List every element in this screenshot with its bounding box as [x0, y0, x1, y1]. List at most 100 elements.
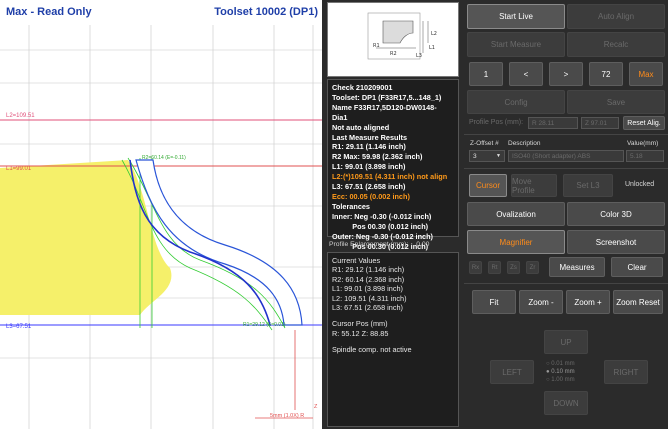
thumb-label-r1: R1: [373, 43, 380, 49]
info-line: L1: 99.01 (3.898 inch): [332, 162, 406, 172]
zoffset-header: Z-Offset #: [470, 140, 499, 147]
info-line: Dia1: [332, 112, 348, 122]
l3-label: L3=67.51: [6, 324, 32, 330]
rx-button[interactable]: Rx: [469, 261, 482, 274]
profile-pos-label: Profile Pos (mm):: [469, 119, 524, 126]
chart-title: Max - Read Only: [6, 6, 92, 18]
nav-max-button[interactable]: Max: [629, 62, 663, 86]
current-row-l2: L2: 109.51 (4.311 inch): [332, 293, 407, 303]
color-3d-button[interactable]: Color 3D: [567, 202, 665, 226]
nav-last-button[interactable]: 72: [589, 62, 623, 86]
nav-next-button[interactable]: >: [549, 62, 583, 86]
auto-align-button[interactable]: Auto Align: [567, 4, 665, 29]
step-option-0-10[interactable]: ● 0.10 mm: [546, 368, 575, 376]
info-line: Pos 00.30 (0.012 inch): [332, 221, 429, 231]
info-line: Ecc: 00.05 (0.002 inch): [332, 191, 410, 201]
info-line: Check 210209001: [332, 83, 393, 92]
toolset-title: Toolset 10002 (DP1): [214, 6, 318, 18]
description-header: Description: [508, 140, 541, 147]
info-line: Inner: Neg -0.30 (-0.012 inch): [332, 211, 432, 221]
info-line: Tolerances: [332, 201, 370, 211]
current-row-l3: L3: 67.51 (2.658 inch): [332, 303, 403, 313]
zoom-plus-button[interactable]: Zoom +: [566, 290, 610, 314]
move-profile-button[interactable]: Move Profile: [511, 174, 557, 197]
info-line: Name F33R17,5D120-DW0148-: [332, 102, 437, 112]
up-button[interactable]: UP: [544, 330, 588, 354]
set-l3-button[interactable]: Set L3: [563, 174, 613, 197]
lock-status: Unlocked: [625, 181, 655, 188]
divider: [464, 134, 668, 135]
enlargement-value: 0.00: [416, 241, 430, 248]
divider: [464, 283, 668, 284]
clear-button[interactable]: Clear: [611, 257, 663, 277]
cursor-pos-title: Cursor Pos (mm): [332, 319, 388, 329]
measures-button[interactable]: Measures: [549, 257, 605, 277]
description-field[interactable]: ISO40 (Short adapter) ABS: [508, 150, 624, 162]
current-row-r1: R1: 29.12 (1.146 inch): [332, 265, 405, 275]
nav-first-button[interactable]: 1: [469, 62, 503, 86]
screenshot-button[interactable]: Screenshot: [567, 230, 665, 254]
current-row-l1: L1: 99.01 (3.898 inch): [332, 284, 403, 294]
start-measure-button[interactable]: Start Measure: [467, 32, 565, 57]
z-axis-label: Z: [314, 404, 318, 410]
zs-button[interactable]: Zs: [507, 261, 520, 274]
control-panel: Start Live Auto Align Start Measure Reca…: [464, 0, 668, 429]
fit-button[interactable]: Fit: [472, 290, 516, 314]
reset-align-button[interactable]: Reset Alig.: [623, 116, 665, 130]
zoom-reset-button[interactable]: Zoom Reset: [613, 290, 663, 314]
measure-info-box: Check 210209001 Toolset: DP1 (F33R17,5...…: [327, 79, 459, 251]
zr-button[interactable]: Zr: [526, 261, 539, 274]
info-line: Last Measure Results: [332, 132, 408, 142]
ovalization-button[interactable]: Ovalization: [467, 202, 565, 226]
right-button[interactable]: RIGHT: [604, 360, 648, 384]
info-line: Outer: Neg -0.30 (-0.012 inch): [332, 231, 433, 241]
cursor-pos-value: R: 55.12 Z: 88.85: [332, 328, 389, 338]
save-button[interactable]: Save: [567, 90, 665, 114]
info-line: R2 Max: 59.98 (2.362 inch): [332, 152, 423, 162]
chevron-down-icon: ▼: [496, 153, 501, 159]
rt-button[interactable]: Rt: [488, 261, 501, 274]
profile-chart-canvas[interactable]: [0, 0, 322, 429]
nav-prev-button[interactable]: <: [509, 62, 543, 86]
profile-pos-z-field[interactable]: Z 97.01: [581, 117, 619, 129]
thumb-label-r2: R2: [390, 51, 397, 57]
current-row-r2: R2: 60.14 (2.368 inch): [332, 274, 405, 284]
start-live-button[interactable]: Start Live: [467, 4, 565, 29]
info-line: Not auto aligned: [332, 122, 390, 132]
config-button[interactable]: Config: [467, 90, 565, 114]
step-option-1-00[interactable]: ○ 1.00 mm: [546, 376, 575, 384]
zoom-minus-button[interactable]: Zoom -: [519, 290, 563, 314]
info-panel: R1 R2 L1 L2 L3 Check 210209001 Toolset: D…: [324, 0, 462, 429]
step-option-label: 1.00 mm: [551, 377, 575, 383]
cursor-button[interactable]: Cursor: [469, 174, 507, 197]
value-header: Value(mm): [627, 140, 659, 147]
left-button[interactable]: LEFT: [490, 360, 534, 384]
tool-diagram-icon: [367, 12, 429, 60]
l2-label: L2=109.51: [6, 113, 35, 119]
profile-enlargement: Profile Enlargement (mm): 0.00: [329, 241, 429, 248]
magnifier-button[interactable]: Magnifier: [467, 230, 565, 254]
offset-value-field[interactable]: 5.18: [626, 150, 664, 162]
step-option-0-01[interactable]: ○ 0.01 mm: [546, 360, 575, 368]
recalc-button[interactable]: Recalc: [567, 32, 665, 57]
info-line: L2:(*)109.51 (4.311 inch) not align: [332, 172, 448, 182]
l1-label: L1=99.01: [6, 166, 32, 172]
spindle-status: Spindle comp. not active: [332, 345, 412, 355]
step-option-label: 0.10 mm: [551, 369, 575, 375]
step-option-label: 0.01 mm: [551, 361, 575, 367]
r2-marker: R2=60.14 (E=-0.11): [142, 155, 186, 161]
enlargement-label: Profile Enlargement (mm):: [329, 241, 409, 248]
scale-label: 5mm (1.0X) R: [270, 413, 305, 419]
tool-thumbnail: R1 R2 L1 L2 L3: [327, 2, 459, 77]
step-radio-group[interactable]: ○ 0.01 mm ● 0.10 mm ○ 1.00 mm: [546, 360, 575, 384]
r1-marker: R1=29.12 (E=0.01): [243, 322, 286, 328]
profile-chart[interactable]: Max - Read Only Toolset 10002 (DP1) L2=1…: [0, 0, 322, 429]
info-line: R1: 29.11 (1.146 inch): [332, 142, 406, 152]
thumb-label-l2: L2: [431, 31, 437, 37]
current-values-box: Current Values R1: 29.12 (1.146 inch) R2…: [327, 252, 459, 427]
thumb-label-l3: L3: [416, 53, 422, 59]
zoffset-select[interactable]: 3 ▼: [469, 150, 505, 162]
info-line: Toolset: DP1 (F33R17,5...148_1): [332, 92, 442, 102]
profile-pos-r-field[interactable]: R 28.11: [528, 117, 578, 129]
down-button[interactable]: DOWN: [544, 391, 588, 415]
